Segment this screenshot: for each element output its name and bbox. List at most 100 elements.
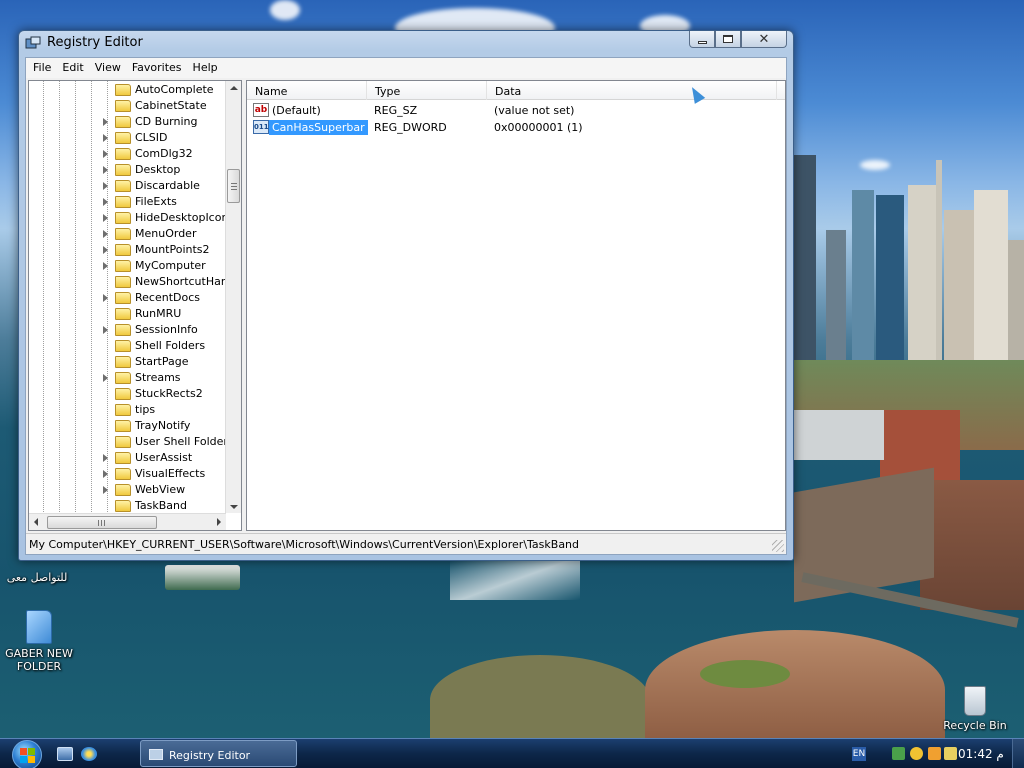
tree-item[interactable]: Streams <box>29 370 229 386</box>
menu-favorites[interactable]: Favorites <box>127 58 188 78</box>
column-header-data[interactable]: Data <box>487 81 777 100</box>
language-indicator[interactable]: EN <box>852 747 866 761</box>
tree-item-label: TaskBand <box>135 499 187 512</box>
point-land <box>430 655 650 738</box>
tree-item[interactable]: MyComputer <box>29 258 229 274</box>
tree-item[interactable]: Desktop <box>29 162 229 178</box>
expand-arrow-icon[interactable] <box>103 294 108 302</box>
tree-item-label: StartPage <box>135 355 189 368</box>
tree-item[interactable]: NewShortcutHandl <box>29 274 238 290</box>
expand-arrow-icon[interactable] <box>103 454 108 462</box>
resize-grip-icon[interactable] <box>772 540 784 552</box>
tree-item[interactable]: AutoComplete <box>29 82 229 98</box>
tree-item[interactable]: CD Burning <box>29 114 229 130</box>
folder-icon <box>115 340 131 352</box>
expand-arrow-icon[interactable] <box>103 166 108 174</box>
expand-arrow-icon[interactable] <box>103 246 108 254</box>
network-tray-icon[interactable] <box>892 747 905 760</box>
expand-arrow-icon[interactable] <box>103 486 108 494</box>
roof-garden <box>700 660 790 688</box>
folder-icon <box>115 356 131 368</box>
tree-item[interactable]: StuckRects2 <box>29 386 229 402</box>
tree-item[interactable]: TaskBand <box>29 498 229 514</box>
desktop-icon-contact-shortcut[interactable]: للتواصل معى <box>2 571 72 584</box>
tree-item-label: StuckRects2 <box>135 387 203 400</box>
scroll-up-icon[interactable] <box>230 86 238 90</box>
taskbar: Registry Editor EN 01:42 م <box>0 738 1024 768</box>
maximize-button[interactable] <box>715 31 741 48</box>
tree-item-label: RecentDocs <box>135 291 200 304</box>
tree-item-label: NewShortcutHandl <box>135 275 238 288</box>
tree-vertical-scrollbar[interactable] <box>225 81 241 513</box>
close-button[interactable]: ✕ <box>741 31 787 48</box>
expand-arrow-icon[interactable] <box>103 374 108 382</box>
tree-horizontal-scrollbar[interactable] <box>29 513 226 530</box>
desktop-icon-recycle-bin[interactable]: Recycle Bin <box>940 686 1010 732</box>
registry-editor-window[interactable]: Registry Editor ✕ File Edit View Favorit… <box>18 30 794 561</box>
value-name[interactable]: CanHasSuperbar <box>269 120 368 135</box>
tree-item[interactable]: TrayNotify <box>29 418 229 434</box>
tree-item[interactable]: CabinetState <box>29 98 229 114</box>
menu-edit[interactable]: Edit <box>57 58 89 78</box>
column-header-type[interactable]: Type <box>367 81 487 100</box>
registry-key-tree[interactable]: AutoComplete CabinetState CD Burning CLSID C… <box>28 80 242 531</box>
tree-item[interactable]: tips <box>29 402 229 418</box>
tree-item[interactable]: User Shell Folders <box>29 434 234 450</box>
program-tray-icon[interactable] <box>928 747 941 760</box>
start-button[interactable] <box>12 740 42 768</box>
desktop-icon-label: Recycle Bin <box>943 719 1007 732</box>
registry-values-list[interactable]: Name Type Data ab (Default) REG_SZ (value n… <box>246 80 786 531</box>
tree-item-label: CD Burning <box>135 115 198 128</box>
expand-arrow-icon[interactable] <box>103 182 108 190</box>
show-desktop-quicklaunch-icon[interactable] <box>57 747 73 761</box>
scroll-right-icon[interactable] <box>217 518 221 526</box>
taskbar-clock[interactable]: 01:42 م <box>958 747 1004 761</box>
expand-arrow-icon[interactable] <box>103 470 108 478</box>
tree-item[interactable]: Discardable <box>29 178 229 194</box>
tree-item[interactable]: UserAssist <box>29 450 229 466</box>
tree-item[interactable]: FileExts <box>29 194 229 210</box>
column-header-name[interactable]: Name <box>247 81 367 100</box>
volume-tray-icon[interactable] <box>944 747 957 760</box>
tree-item[interactable]: Shell Folders <box>29 338 229 354</box>
value-name[interactable]: (Default) <box>272 104 321 117</box>
desktop-icon-gaber-folder[interactable]: GABER NEW FOLDER <box>4 610 74 673</box>
tree-item[interactable]: MountPoints2 <box>29 242 229 258</box>
menu-file[interactable]: File <box>28 58 57 78</box>
menu-view[interactable]: View <box>90 58 127 78</box>
expand-arrow-icon[interactable] <box>103 118 108 126</box>
expand-arrow-icon[interactable] <box>103 326 108 334</box>
tree-item[interactable]: RunMRU <box>29 306 229 322</box>
tree-item[interactable]: StartPage <box>29 354 229 370</box>
tree-item[interactable]: SessionInfo <box>29 322 229 338</box>
tree-vertical-scroll-thumb[interactable] <box>227 169 240 203</box>
expand-arrow-icon[interactable] <box>103 262 108 270</box>
tree-item-label: UserAssist <box>135 451 193 464</box>
taskbar-button-registry-editor[interactable]: Registry Editor <box>140 740 297 767</box>
tree-item[interactable]: VisualEffects <box>29 466 229 482</box>
tree-item[interactable]: CLSID <box>29 130 229 146</box>
scroll-down-icon[interactable] <box>230 505 238 509</box>
internet-explorer-icon[interactable] <box>81 747 97 761</box>
title-bar[interactable]: Registry Editor ✕ <box>19 31 793 55</box>
scroll-left-icon[interactable] <box>34 518 38 526</box>
expand-arrow-icon[interactable] <box>103 198 108 206</box>
messenger-tray-icon[interactable] <box>910 747 923 760</box>
tree-item[interactable]: MenuOrder <box>29 226 229 242</box>
expand-arrow-icon[interactable] <box>103 150 108 158</box>
value-row[interactable]: 011 CanHasSuperbar REG_DWORD 0x00000001 (1) <box>247 119 785 136</box>
minimize-button[interactable] <box>689 31 715 48</box>
tree-item[interactable]: ComDlg32 <box>29 146 229 162</box>
expand-arrow-icon[interactable] <box>103 134 108 142</box>
expand-arrow-icon[interactable] <box>103 230 108 238</box>
value-row[interactable]: ab (Default) REG_SZ (value not set) <box>247 102 785 119</box>
tree-item[interactable]: WebView <box>29 482 229 498</box>
show-desktop-button[interactable] <box>1012 739 1024 768</box>
tree-horizontal-scroll-thumb[interactable] <box>47 516 157 529</box>
tree-item-label: SessionInfo <box>135 323 198 336</box>
folder-icon <box>115 132 131 144</box>
expand-arrow-icon[interactable] <box>103 214 108 222</box>
menu-help[interactable]: Help <box>188 58 224 78</box>
tree-item[interactable]: RecentDocs <box>29 290 229 306</box>
tree-item[interactable]: HideDesktopIcons <box>29 210 234 226</box>
